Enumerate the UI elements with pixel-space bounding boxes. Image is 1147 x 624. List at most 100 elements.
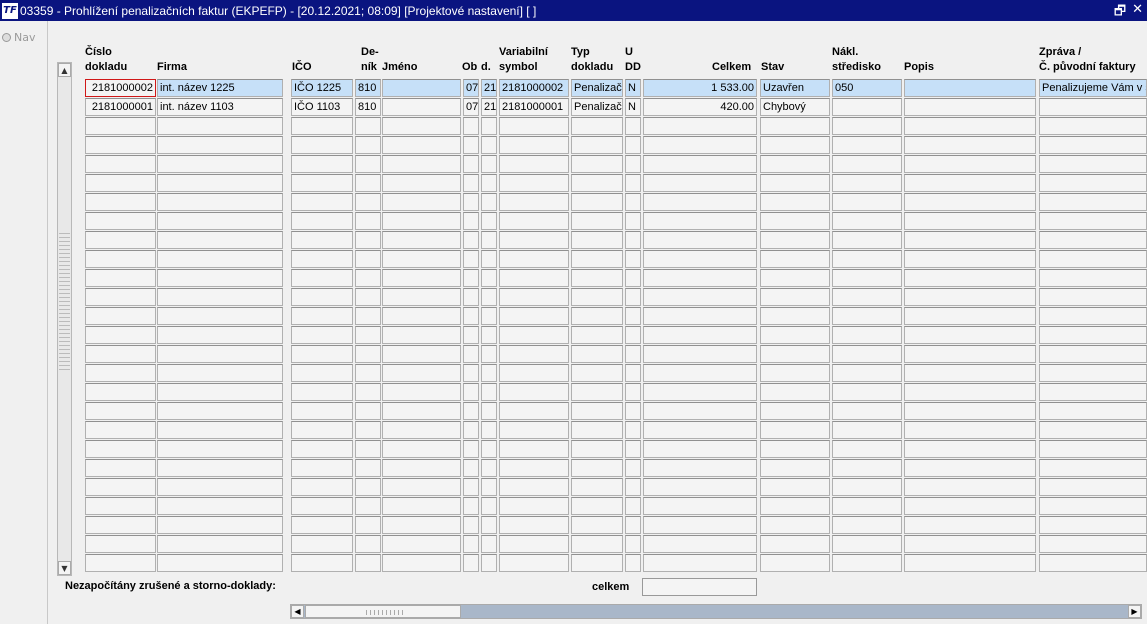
empty-cell[interactable] (499, 402, 569, 420)
empty-cell[interactable] (832, 535, 902, 553)
empty-cell[interactable] (625, 269, 641, 287)
empty-cell[interactable] (481, 478, 497, 496)
empty-cell[interactable] (481, 117, 497, 135)
empty-cell[interactable] (85, 554, 156, 572)
empty-cell[interactable] (643, 269, 757, 287)
empty-cell[interactable] (463, 440, 479, 458)
empty-cell[interactable] (904, 345, 1036, 363)
empty-cell[interactable] (499, 288, 569, 306)
empty-cell[interactable] (499, 193, 569, 211)
empty-cell[interactable] (904, 535, 1036, 553)
empty-cell[interactable] (85, 364, 156, 382)
empty-cell[interactable] (355, 193, 381, 211)
empty-cell[interactable] (382, 136, 461, 154)
empty-cell[interactable] (760, 459, 830, 477)
empty-cell[interactable] (760, 326, 830, 344)
empty-cell[interactable] (355, 136, 381, 154)
empty-cell[interactable] (481, 250, 497, 268)
empty-cell[interactable] (760, 155, 830, 173)
empty-cell[interactable] (355, 155, 381, 173)
empty-cell[interactable] (1039, 345, 1147, 363)
empty-cell[interactable] (355, 269, 381, 287)
empty-cell[interactable] (85, 250, 156, 268)
empty-cell[interactable] (904, 269, 1036, 287)
empty-cell[interactable] (571, 383, 623, 401)
empty-cell[interactable] (571, 250, 623, 268)
empty-cell[interactable] (1039, 554, 1147, 572)
empty-cell[interactable] (481, 440, 497, 458)
cell-celkem[interactable]: 420.00 (643, 98, 757, 116)
empty-cell[interactable] (625, 364, 641, 382)
empty-cell[interactable] (157, 478, 283, 496)
empty-cell[interactable] (382, 345, 461, 363)
empty-cell[interactable] (355, 307, 381, 325)
empty-cell[interactable] (1039, 326, 1147, 344)
empty-cell[interactable] (382, 459, 461, 477)
empty-cell[interactable] (760, 174, 830, 192)
empty-cell[interactable] (760, 231, 830, 249)
empty-cell[interactable] (625, 212, 641, 230)
empty-cell[interactable] (904, 307, 1036, 325)
empty-cell[interactable] (463, 421, 479, 439)
empty-cell[interactable] (355, 516, 381, 534)
empty-cell[interactable] (499, 364, 569, 382)
empty-cell[interactable] (499, 136, 569, 154)
empty-cell[interactable] (625, 250, 641, 268)
empty-cell[interactable] (1039, 383, 1147, 401)
empty-cell[interactable] (625, 174, 641, 192)
empty-cell[interactable] (499, 478, 569, 496)
empty-cell[interactable] (760, 535, 830, 553)
empty-cell[interactable] (625, 478, 641, 496)
empty-cell[interactable] (571, 535, 623, 553)
empty-cell[interactable] (382, 478, 461, 496)
empty-cell[interactable] (760, 554, 830, 572)
empty-cell[interactable] (904, 326, 1036, 344)
empty-cell[interactable] (643, 497, 757, 515)
empty-cell[interactable] (355, 117, 381, 135)
empty-cell[interactable] (157, 307, 283, 325)
empty-cell[interactable] (463, 459, 479, 477)
empty-cell[interactable] (463, 136, 479, 154)
empty-cell[interactable] (625, 345, 641, 363)
empty-cell[interactable] (1039, 497, 1147, 515)
empty-cell[interactable] (904, 212, 1036, 230)
empty-cell[interactable] (571, 117, 623, 135)
empty-cell[interactable] (157, 402, 283, 420)
empty-cell[interactable] (571, 497, 623, 515)
empty-cell[interactable] (382, 554, 461, 572)
empty-cell[interactable] (291, 383, 353, 401)
empty-cell[interactable] (481, 402, 497, 420)
empty-cell[interactable] (625, 402, 641, 420)
empty-cell[interactable] (85, 440, 156, 458)
empty-cell[interactable] (85, 136, 156, 154)
empty-cell[interactable] (832, 383, 902, 401)
empty-cell[interactable] (571, 231, 623, 249)
empty-cell[interactable] (157, 440, 283, 458)
empty-cell[interactable] (85, 383, 156, 401)
empty-cell[interactable] (355, 364, 381, 382)
empty-cell[interactable] (625, 288, 641, 306)
empty-cell[interactable] (1039, 516, 1147, 534)
empty-cell[interactable] (625, 136, 641, 154)
cell-stav[interactable]: Uzavřen (760, 79, 830, 97)
empty-cell[interactable] (481, 307, 497, 325)
empty-cell[interactable] (355, 231, 381, 249)
cell-cislo[interactable]: 2181000001 (85, 98, 156, 116)
empty-cell[interactable] (625, 155, 641, 173)
total-field[interactable] (642, 578, 757, 596)
empty-cell[interactable] (832, 307, 902, 325)
empty-cell[interactable] (481, 459, 497, 477)
empty-cell[interactable] (481, 497, 497, 515)
empty-cell[interactable] (291, 250, 353, 268)
empty-cell[interactable] (499, 516, 569, 534)
empty-cell[interactable] (382, 174, 461, 192)
empty-cell[interactable] (904, 155, 1036, 173)
cell-denik[interactable]: 810 (355, 98, 381, 116)
empty-cell[interactable] (481, 535, 497, 553)
empty-cell[interactable] (1039, 155, 1147, 173)
empty-cell[interactable] (355, 459, 381, 477)
empty-cell[interactable] (157, 554, 283, 572)
empty-cell[interactable] (904, 383, 1036, 401)
empty-cell[interactable] (643, 307, 757, 325)
empty-cell[interactable] (463, 250, 479, 268)
